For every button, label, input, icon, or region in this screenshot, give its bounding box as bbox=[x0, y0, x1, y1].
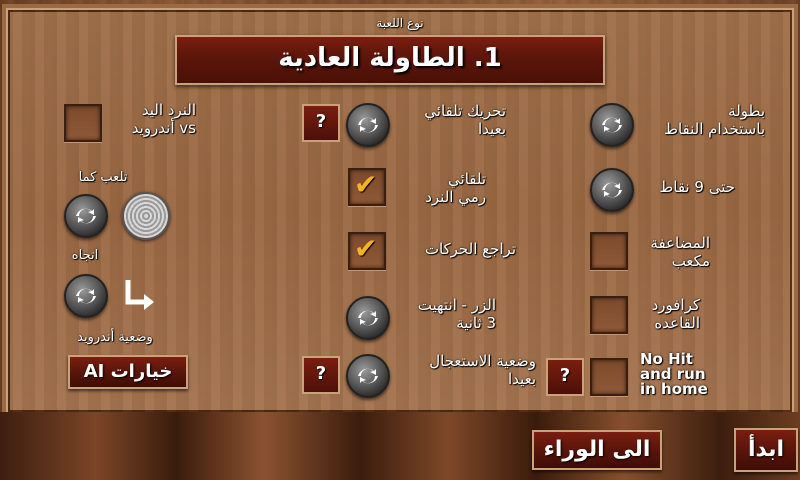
bottom-wood-strip bbox=[0, 412, 800, 480]
android-mode-label: وضعية أندرويد bbox=[77, 330, 153, 345]
cycle-icon bbox=[76, 288, 96, 304]
tournament-label: بطولة باستخدام النقاط bbox=[664, 102, 765, 138]
back-button[interactable]: الى الوراء bbox=[532, 430, 662, 470]
auto-roll-checkbox[interactable]: ✔ bbox=[348, 168, 386, 206]
until-points-label: حتى 9 نقاط bbox=[659, 178, 735, 196]
cycle-icon bbox=[602, 117, 622, 133]
direction-arrow-icon bbox=[122, 276, 158, 314]
start-button[interactable]: ابدأ bbox=[734, 428, 798, 472]
done-button-cycle-button[interactable] bbox=[346, 296, 390, 340]
hurry-mode-label: وضعية الاستعجال بعيدا bbox=[429, 352, 536, 388]
checker-color-icon bbox=[122, 192, 170, 240]
dice-hand-checkbox[interactable] bbox=[64, 104, 102, 142]
play-as-label: تلعب كما bbox=[78, 170, 128, 185]
crawford-label: كرافورد القاعده bbox=[651, 296, 700, 332]
doubling-cube-checkbox[interactable] bbox=[590, 232, 628, 270]
undo-moves-label: تراجع الحركات bbox=[424, 240, 516, 258]
done-button-label: الزر - انتهيت 3 ثانية bbox=[417, 296, 496, 332]
auto-roll-label: تلقائي رمي النرد bbox=[425, 170, 486, 206]
hurry-mode-cycle-button[interactable] bbox=[346, 354, 390, 398]
direction-label: اتجاه bbox=[71, 248, 99, 263]
game-type-label: نوع اللعبة bbox=[376, 16, 424, 30]
auto-move-label: تحريك تلقائي بعيدا bbox=[424, 102, 506, 138]
cycle-icon bbox=[358, 368, 378, 384]
crawford-checkbox[interactable] bbox=[590, 296, 628, 334]
check-icon: ✔ bbox=[354, 232, 378, 265]
no-hit-help-button[interactable]: ? bbox=[546, 358, 584, 396]
tournament-cycle-button[interactable] bbox=[590, 103, 634, 147]
auto-move-cycle-button[interactable] bbox=[346, 103, 390, 147]
ai-options-button[interactable]: خيارات AI bbox=[68, 355, 188, 389]
cycle-icon bbox=[358, 310, 378, 326]
game-type-selector[interactable]: 1. الطاولة العادية bbox=[175, 35, 605, 85]
play-as-cycle-button[interactable] bbox=[64, 194, 108, 238]
doubling-cube-label: المضاعفة مكعب bbox=[650, 234, 710, 270]
cycle-icon bbox=[76, 208, 96, 224]
cycle-icon bbox=[358, 117, 378, 133]
check-icon: ✔ bbox=[354, 168, 378, 201]
no-hit-label: No Hit and run in home bbox=[640, 350, 708, 398]
cycle-icon bbox=[602, 182, 622, 198]
no-hit-checkbox[interactable] bbox=[590, 358, 628, 396]
undo-moves-checkbox[interactable]: ✔ bbox=[348, 232, 386, 270]
hurry-mode-help-button[interactable]: ? bbox=[302, 356, 340, 394]
game-type-title: 1. الطاولة العادية bbox=[278, 43, 502, 73]
dice-hand-label: النرد اليد vs أندرويد bbox=[131, 101, 196, 137]
points-cycle-button[interactable] bbox=[590, 168, 634, 212]
direction-cycle-button[interactable] bbox=[64, 274, 108, 318]
auto-move-help-button[interactable]: ? bbox=[302, 104, 340, 142]
